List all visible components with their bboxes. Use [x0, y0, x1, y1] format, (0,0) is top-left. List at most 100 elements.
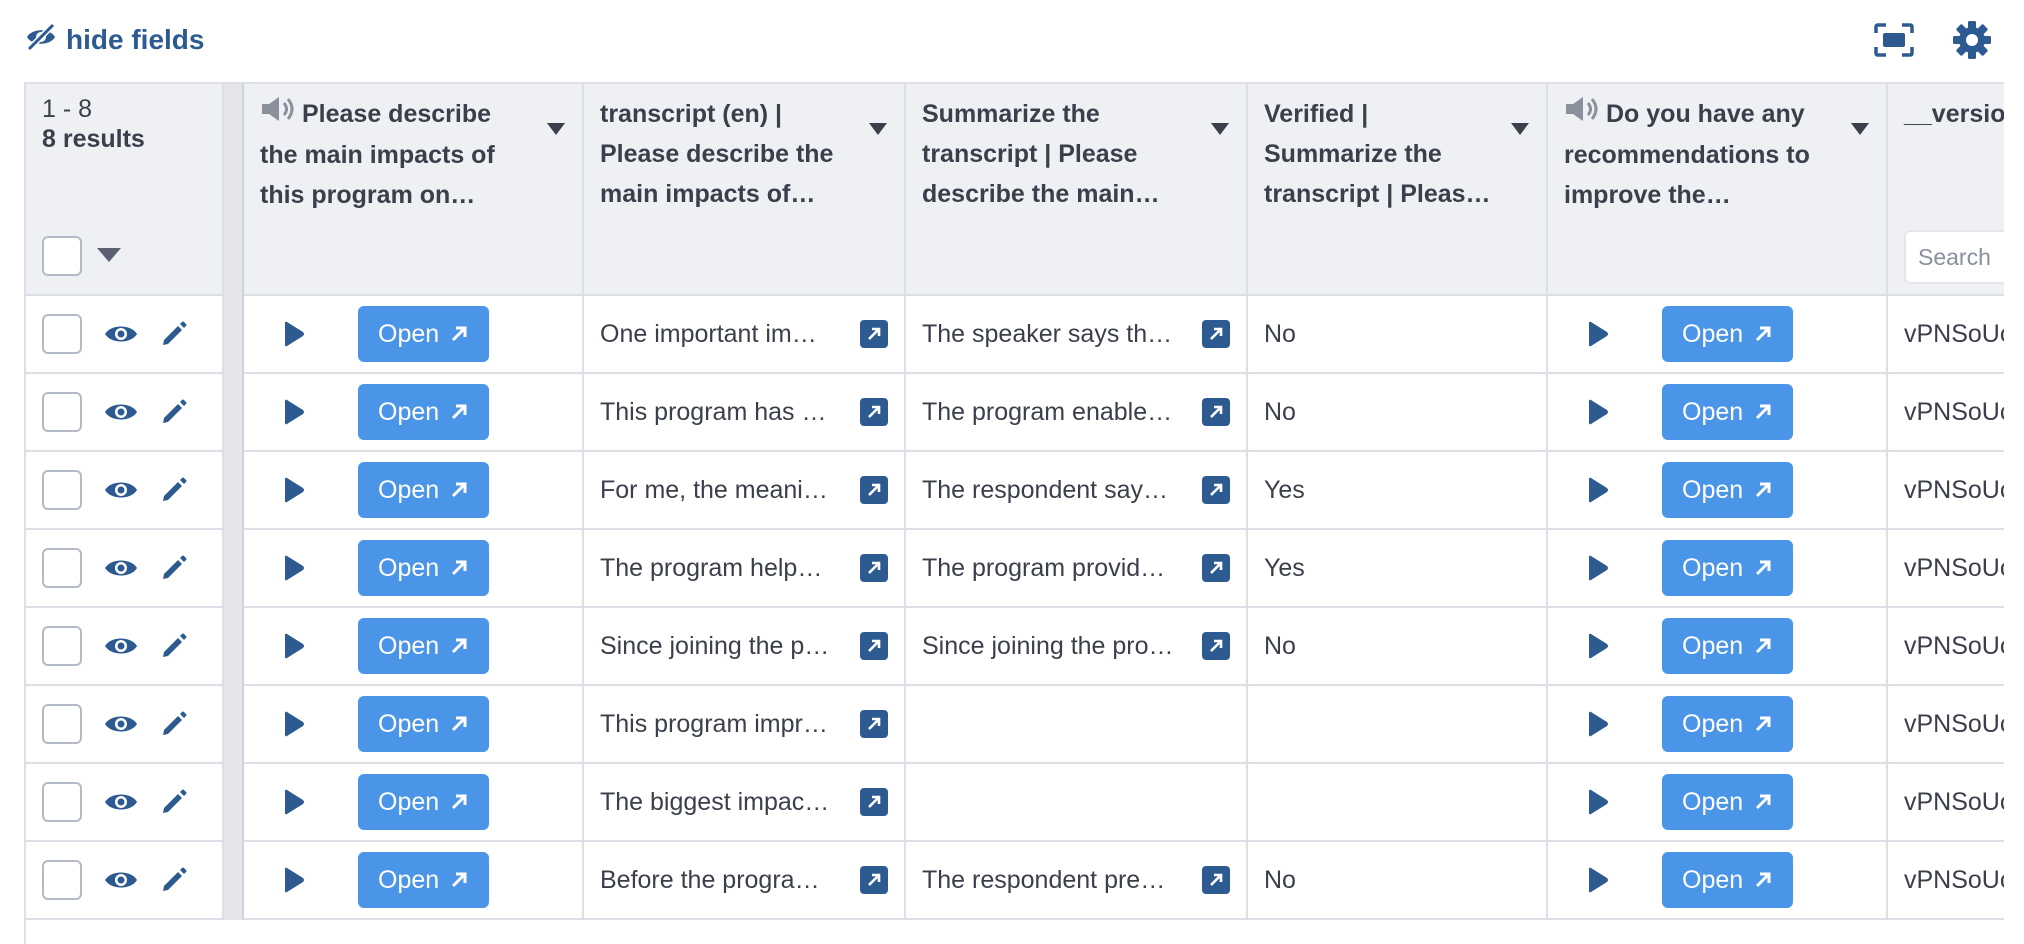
open-button[interactable]: Open: [1662, 384, 1794, 440]
play-icon[interactable]: [1578, 626, 1618, 666]
play-icon[interactable]: [274, 782, 314, 822]
eye-icon[interactable]: [104, 713, 138, 735]
version-search-input[interactable]: [1904, 230, 2004, 284]
open-button[interactable]: Open: [1662, 774, 1794, 830]
play-icon[interactable]: [274, 704, 314, 744]
external-link-icon[interactable]: [1202, 554, 1230, 582]
eye-icon[interactable]: [104, 479, 138, 501]
external-link-icon[interactable]: [1202, 632, 1230, 660]
external-link-icon[interactable]: [1202, 398, 1230, 426]
pencil-icon[interactable]: [160, 476, 188, 504]
open-button[interactable]: Open: [358, 696, 490, 752]
external-link-icon[interactable]: [860, 398, 888, 426]
results-range: 1 - 8: [42, 95, 93, 123]
hide-fields-button[interactable]: hide fields: [24, 22, 204, 57]
column-header-recommendations[interactable]: Do you have any recommendations to impro…: [1548, 84, 1888, 296]
row-checkbox[interactable]: [42, 548, 82, 588]
open-button[interactable]: Open: [358, 462, 490, 518]
open-button[interactable]: Open: [1662, 618, 1794, 674]
row-checkbox[interactable]: [42, 470, 82, 510]
play-icon[interactable]: [274, 470, 314, 510]
row-checkbox[interactable]: [42, 704, 82, 744]
column-header-transcript[interactable]: transcript (en) | Please describe the ma…: [584, 84, 906, 296]
pencil-icon[interactable]: [160, 398, 188, 426]
external-link-icon[interactable]: [1202, 320, 1230, 348]
pencil-icon[interactable]: [160, 320, 188, 348]
external-link-icon: [1753, 870, 1773, 890]
open-button[interactable]: Open: [1662, 462, 1794, 518]
eye-icon[interactable]: [104, 401, 138, 423]
select-all-checkbox[interactable]: [42, 236, 82, 276]
eye-icon[interactable]: [104, 635, 138, 657]
column-title: __version__: [1904, 100, 2004, 128]
play-icon[interactable]: [1578, 548, 1618, 588]
play-icon[interactable]: [1578, 860, 1618, 900]
external-link-icon[interactable]: [860, 710, 888, 738]
open-button[interactable]: Open: [358, 540, 490, 596]
column-header-impacts[interactable]: Please describe the main impacts of this…: [244, 84, 584, 296]
column-header-summary[interactable]: Summarize the transcript | Please descri…: [906, 84, 1248, 296]
pencil-icon[interactable]: [160, 788, 188, 816]
play-icon[interactable]: [274, 626, 314, 666]
eye-icon[interactable]: [104, 869, 138, 891]
audio-cell-impacts: Open: [244, 374, 584, 452]
caret-down-icon[interactable]: [868, 108, 888, 148]
column-gutter: [224, 296, 244, 374]
audio-cell-recommendations: Open: [1548, 842, 1888, 920]
external-link-icon[interactable]: [1202, 476, 1230, 504]
caret-down-icon[interactable]: [546, 108, 566, 148]
verified-cell: No: [1248, 608, 1548, 686]
column-header-verified[interactable]: Verified | Summarize the transcript | Pl…: [1248, 84, 1548, 296]
open-button[interactable]: Open: [1662, 852, 1794, 908]
open-button[interactable]: Open: [358, 384, 490, 440]
play-icon[interactable]: [274, 392, 314, 432]
open-button[interactable]: Open: [358, 774, 490, 830]
external-link-icon[interactable]: [860, 320, 888, 348]
external-link-icon[interactable]: [1202, 866, 1230, 894]
play-icon[interactable]: [1578, 782, 1618, 822]
external-link-icon[interactable]: [860, 632, 888, 660]
caret-down-icon[interactable]: [1210, 108, 1230, 148]
pencil-icon[interactable]: [160, 632, 188, 660]
open-button[interactable]: Open: [358, 852, 490, 908]
open-button[interactable]: Open: [1662, 696, 1794, 752]
row-checkbox[interactable]: [42, 860, 82, 900]
external-link-icon[interactable]: [860, 866, 888, 894]
pencil-icon[interactable]: [160, 866, 188, 894]
caret-down-icon[interactable]: [96, 236, 122, 276]
open-button[interactable]: Open: [358, 306, 490, 362]
caret-down-icon[interactable]: [1850, 108, 1870, 148]
caret-down-icon[interactable]: [1510, 108, 1530, 148]
row-checkbox[interactable]: [42, 392, 82, 432]
play-icon[interactable]: [1578, 314, 1618, 354]
fullscreen-icon[interactable]: [1872, 18, 1916, 62]
row-checkbox[interactable]: [42, 782, 82, 822]
open-button[interactable]: Open: [1662, 540, 1794, 596]
open-button[interactable]: Open: [1662, 306, 1794, 362]
play-icon[interactable]: [274, 860, 314, 900]
external-link-icon[interactable]: [860, 788, 888, 816]
version-cell: vPNSoUc: [1888, 374, 2004, 452]
column-header-version[interactable]: __version__: [1888, 84, 2004, 296]
play-icon[interactable]: [274, 548, 314, 588]
verified-value: No: [1264, 319, 1296, 348]
gear-icon[interactable]: [1950, 18, 1994, 62]
play-icon[interactable]: [1578, 704, 1618, 744]
eye-icon[interactable]: [104, 323, 138, 345]
eye-icon[interactable]: [104, 557, 138, 579]
external-link-icon[interactable]: [860, 476, 888, 504]
pencil-icon[interactable]: [160, 554, 188, 582]
external-link-icon: [449, 480, 469, 500]
play-icon[interactable]: [1578, 392, 1618, 432]
row-checkbox[interactable]: [42, 626, 82, 666]
table-row: Open Since joining the p… Since joining th…: [26, 608, 2004, 686]
open-button[interactable]: Open: [358, 618, 490, 674]
pencil-icon[interactable]: [160, 710, 188, 738]
play-icon[interactable]: [1578, 470, 1618, 510]
eye-icon[interactable]: [104, 791, 138, 813]
open-button-label: Open: [1682, 475, 1744, 504]
verified-value: No: [1264, 865, 1296, 894]
play-icon[interactable]: [274, 314, 314, 354]
external-link-icon[interactable]: [860, 554, 888, 582]
row-checkbox[interactable]: [42, 314, 82, 354]
